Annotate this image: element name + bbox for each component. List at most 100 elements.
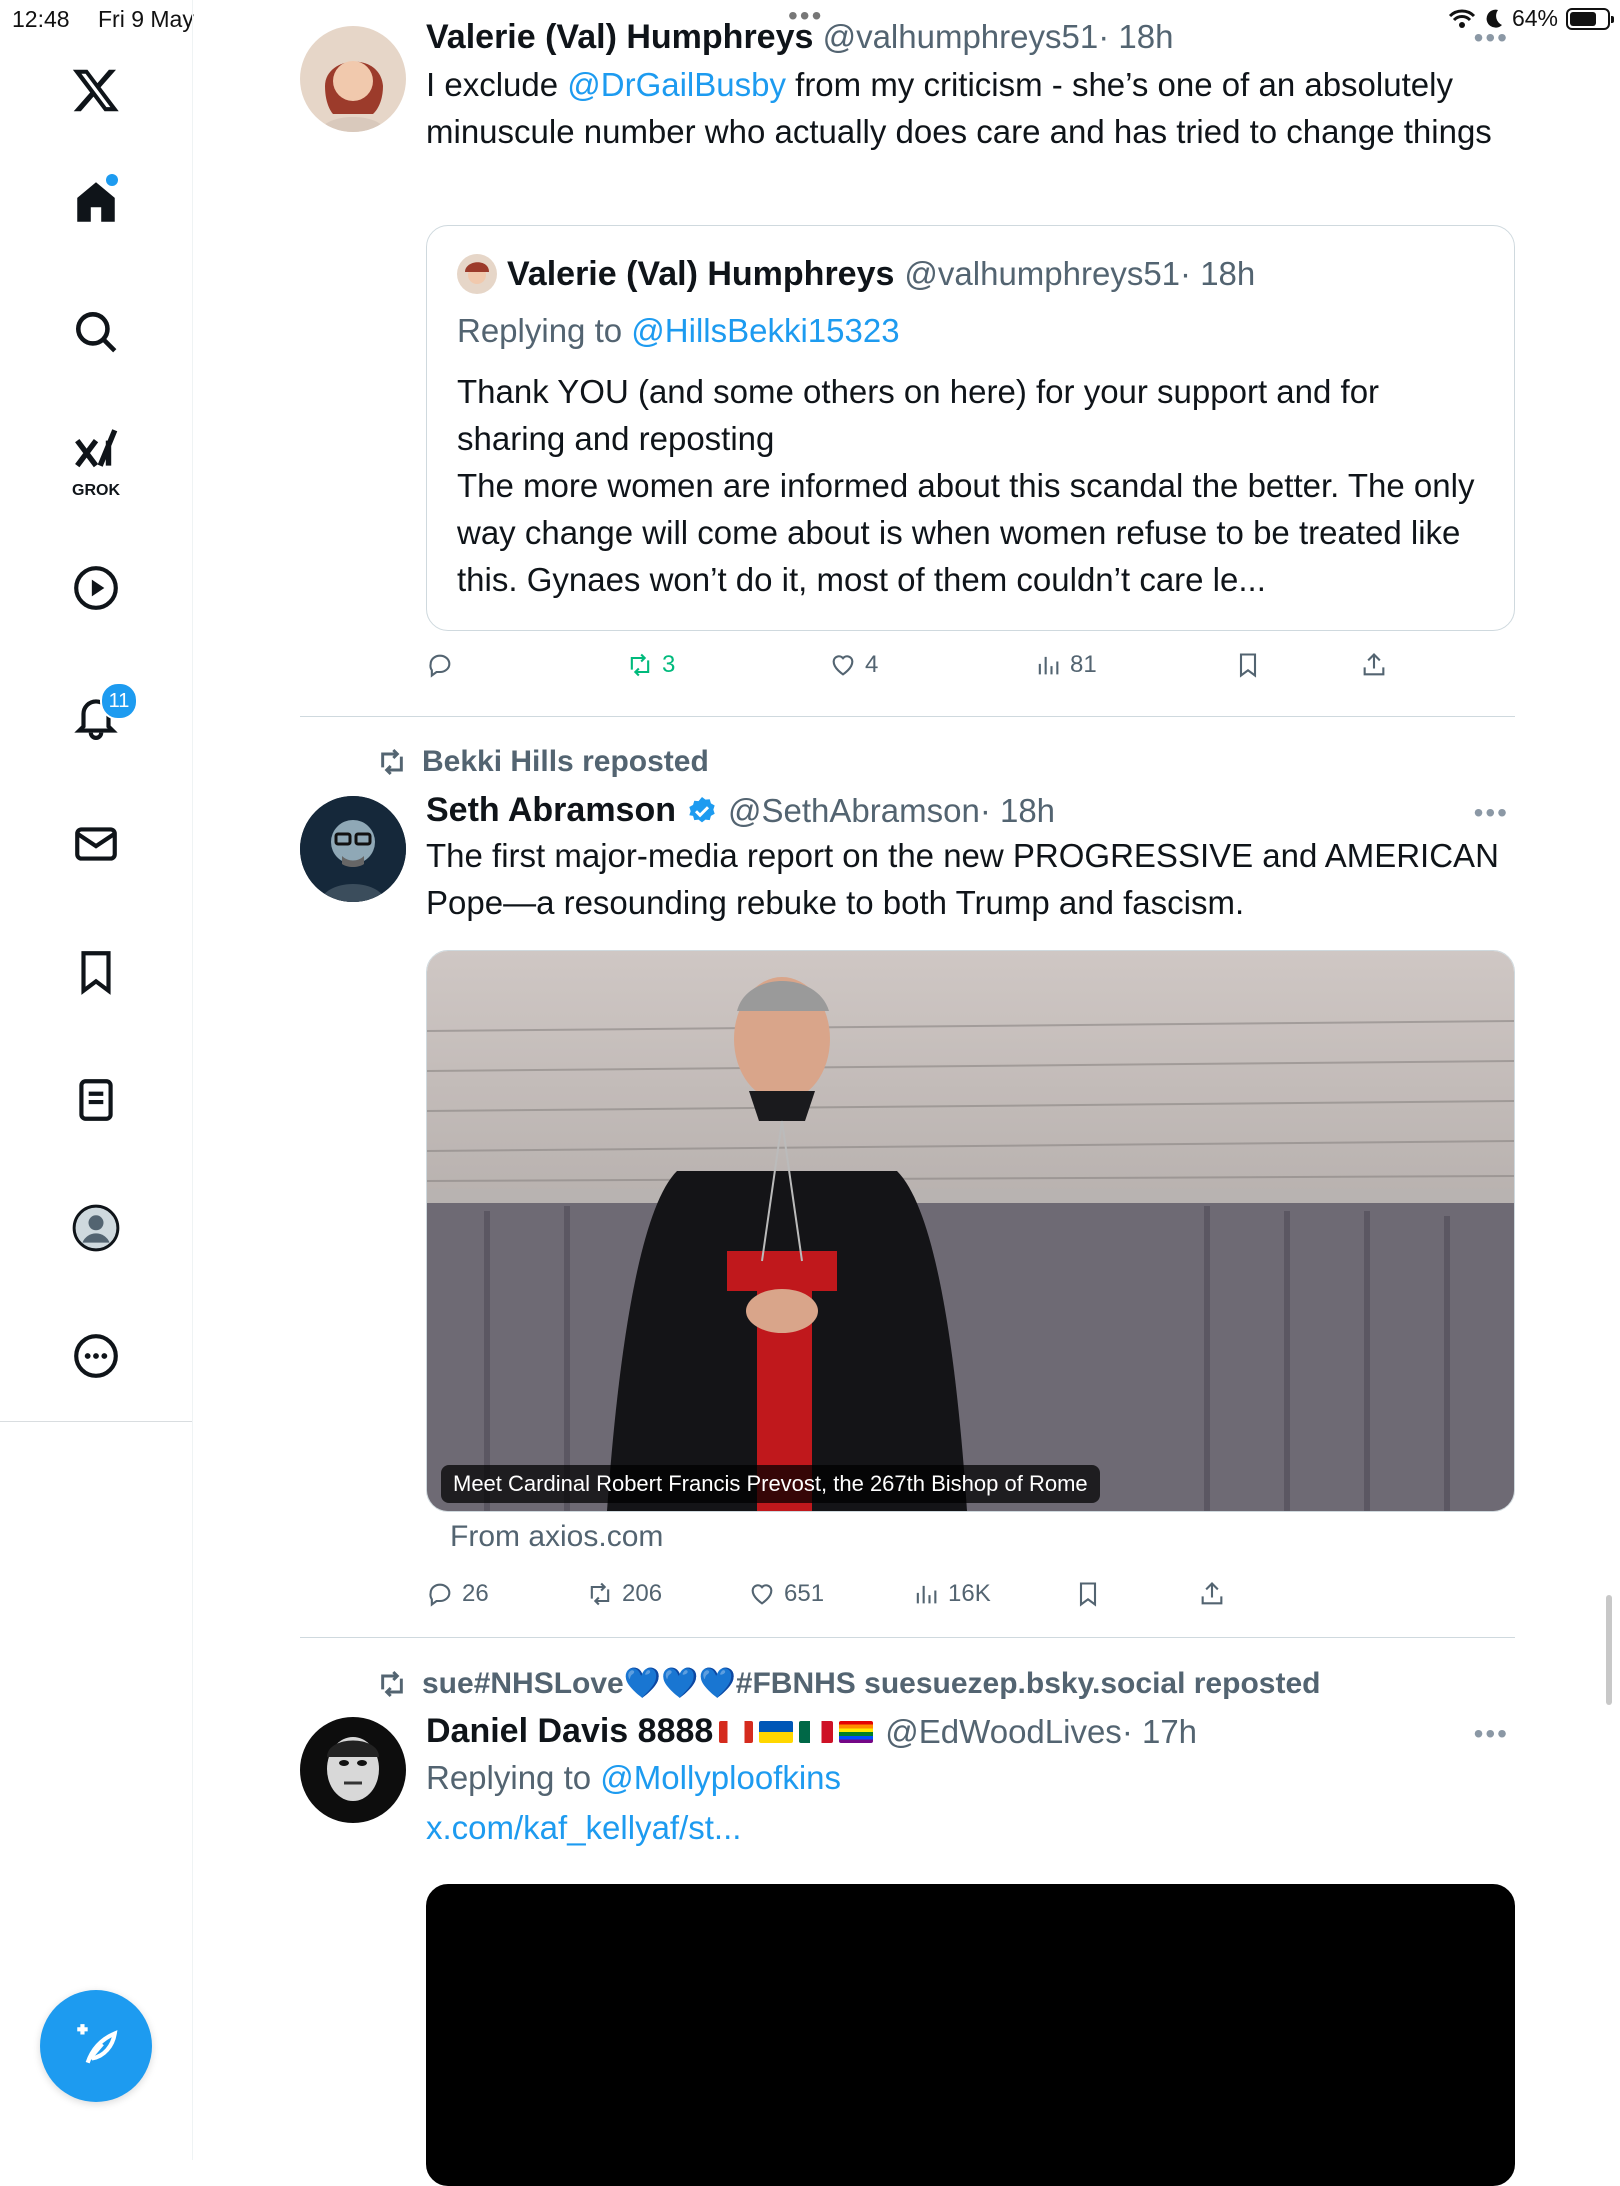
reply-icon: [429, 654, 451, 678]
mention-link[interactable]: @DrGailBusby: [567, 66, 786, 103]
share-icon: [1363, 653, 1385, 676]
author-handle[interactable]: @valhumphreys51: [823, 18, 1099, 55]
search-icon: [76, 312, 117, 353]
nav-messages[interactable]: [54, 802, 138, 886]
bookmark-icon: [81, 951, 111, 995]
author-handle[interactable]: @EdWoodLives: [885, 1713, 1122, 1751]
quote-author-name: Valerie (Val) Humphreys: [507, 254, 895, 293]
tweet-text: I exclude @DrGailBusby from my criticism…: [426, 66, 1492, 150]
repost-icon: [630, 653, 650, 677]
link-card-image[interactable]: Meet Cardinal Robert Francis Prevost, th…: [426, 950, 1515, 1512]
quote-replying-mention[interactable]: @HillsBekki15323: [631, 312, 899, 349]
nav-explore[interactable]: [54, 290, 138, 374]
tweet-actions: 26 206 651 16K: [426, 1577, 1513, 1611]
share-button[interactable]: [1198, 1580, 1226, 1608]
battery-percent: 64%: [1511, 5, 1558, 31]
nav-bookmarks[interactable]: [54, 930, 138, 1014]
nav-grok[interactable]: GROK: [54, 416, 138, 504]
avatar[interactable]: [300, 26, 406, 132]
quote-text: Thank YOU (and some others on here) for …: [457, 373, 1475, 598]
grok-label: GROK: [72, 482, 120, 499]
avatar[interactable]: [300, 1717, 406, 1823]
scrollbar[interactable]: [1606, 1595, 1612, 1705]
grok-icon: [75, 429, 118, 468]
battery-icon: [1566, 7, 1614, 30]
tweet-3[interactable]: sue#NHSLove💙💙💙#FBNHS suesuezep.bsky.soci…: [300, 1638, 1515, 2186]
bar-chart-icon: [916, 1585, 937, 1604]
media-caption: Meet Cardinal Robert Francis Prevost, th…: [441, 1465, 1100, 1503]
quote-author-handle: @valhumphreys51: [904, 255, 1181, 292]
canada-flag-icon: [719, 1720, 754, 1743]
list-icon: [79, 1079, 113, 1121]
more-options-icon[interactable]: •••: [1474, 1718, 1509, 1750]
profile-avatar-icon: [72, 1204, 120, 1252]
ukraine-flag-icon: [759, 1720, 794, 1743]
heart-icon: [832, 655, 854, 676]
replying-to: Replying to @Mollyploofkins: [426, 1759, 842, 1796]
play-circle-icon: [74, 566, 118, 610]
timestamp[interactable]: · 17h: [1122, 1713, 1197, 1751]
envelope-icon: [75, 827, 117, 861]
nav-video[interactable]: [54, 546, 138, 630]
sidebar-divider: [0, 1421, 192, 1422]
reposted-by[interactable]: Bekki Hills reposted: [422, 745, 709, 779]
repost-indicator: sue#NHSLove💙💙💙#FBNHS suesuezep.bsky.soci…: [376, 1666, 1320, 1701]
bar-chart-icon: [1038, 656, 1059, 675]
reply-button[interactable]: [426, 651, 462, 679]
replying-mention[interactable]: @Mollyploofkins: [600, 1759, 841, 1796]
like-button[interactable]: 651: [748, 1580, 824, 1608]
repost-button[interactable]: 3: [626, 651, 675, 679]
sidebar: GROK 11: [0, 0, 193, 2160]
nav-profile[interactable]: [54, 1186, 138, 1270]
home-unread-dot: [106, 174, 118, 186]
reposted-by[interactable]: sue#NHSLove💙💙💙#FBNHS suesuezep.bsky.soci…: [422, 1666, 1320, 1701]
bookmark-icon: [1079, 1582, 1097, 1607]
repost-icon: [381, 1670, 403, 1697]
share-button[interactable]: [1360, 651, 1388, 679]
tweet-actions: 3 4 81: [426, 648, 1513, 682]
like-button[interactable]: 4: [829, 651, 878, 679]
repost-icon: [590, 1582, 610, 1606]
tweet-link[interactable]: x.com/kaf_kellyaf/st...: [426, 1809, 1515, 1847]
author-name[interactable]: Seth Abramson: [426, 791, 676, 830]
feather-plus-icon: [77, 2024, 118, 2064]
bookmark-icon: [1239, 653, 1257, 678]
share-icon: [1201, 1582, 1223, 1605]
tweet-1[interactable]: Valerie (Val) Humphreys @valhumphreys51·…: [300, 0, 1515, 716]
bookmark-button[interactable]: [1234, 651, 1262, 679]
repost-button[interactable]: 206: [586, 1580, 662, 1608]
more-options-icon[interactable]: •••: [1474, 22, 1509, 54]
quote-avatar: [457, 254, 497, 294]
nav-home[interactable]: [54, 160, 138, 244]
author-name[interactable]: Valerie (Val) Humphreys: [426, 18, 813, 56]
x-logo-icon[interactable]: [54, 48, 138, 132]
author-name[interactable]: Daniel Davis 8888: [426, 1712, 713, 1751]
mexico-flag-icon: [799, 1720, 834, 1743]
quote-replying: Replying to @HillsBekki15323: [457, 312, 900, 349]
repost-icon: [381, 748, 403, 776]
repost-indicator: Bekki Hills reposted: [376, 745, 709, 779]
reply-button[interactable]: 26: [426, 1580, 489, 1608]
heart-icon: [751, 1584, 773, 1605]
quoted-tweet[interactable]: Valerie (Val) Humphreys @valhumphreys51 ·…: [426, 225, 1515, 631]
verified-badge-icon: [689, 796, 715, 822]
timestamp[interactable]: · 18h: [980, 792, 1055, 830]
avatar[interactable]: [300, 796, 406, 902]
link-source[interactable]: From axios.com: [450, 1520, 663, 1554]
quote-timestamp: · 18h: [1180, 255, 1256, 292]
views-button[interactable]: 81: [1034, 651, 1097, 679]
compose-post-button[interactable]: [40, 1990, 152, 2102]
views-button[interactable]: 16K: [912, 1580, 991, 1608]
more-options-icon[interactable]: •••: [1474, 797, 1509, 829]
tweet-2[interactable]: Bekki Hills reposted Seth Abramson @Seth…: [300, 717, 1515, 1637]
bookmark-button[interactable]: [1074, 1580, 1102, 1608]
video-player[interactable]: [426, 1884, 1515, 2186]
author-handle[interactable]: @SethAbramson: [728, 792, 980, 830]
nav-lists[interactable]: [54, 1058, 138, 1142]
more-circle-icon: [74, 1334, 118, 1378]
nav-more[interactable]: [54, 1314, 138, 1398]
tweet-text: The first major-media report on the new …: [426, 837, 1499, 921]
rainbow-flag-icon: [839, 1720, 874, 1743]
timestamp[interactable]: · 18h: [1098, 18, 1173, 55]
nav-notifications[interactable]: 11: [54, 674, 138, 758]
